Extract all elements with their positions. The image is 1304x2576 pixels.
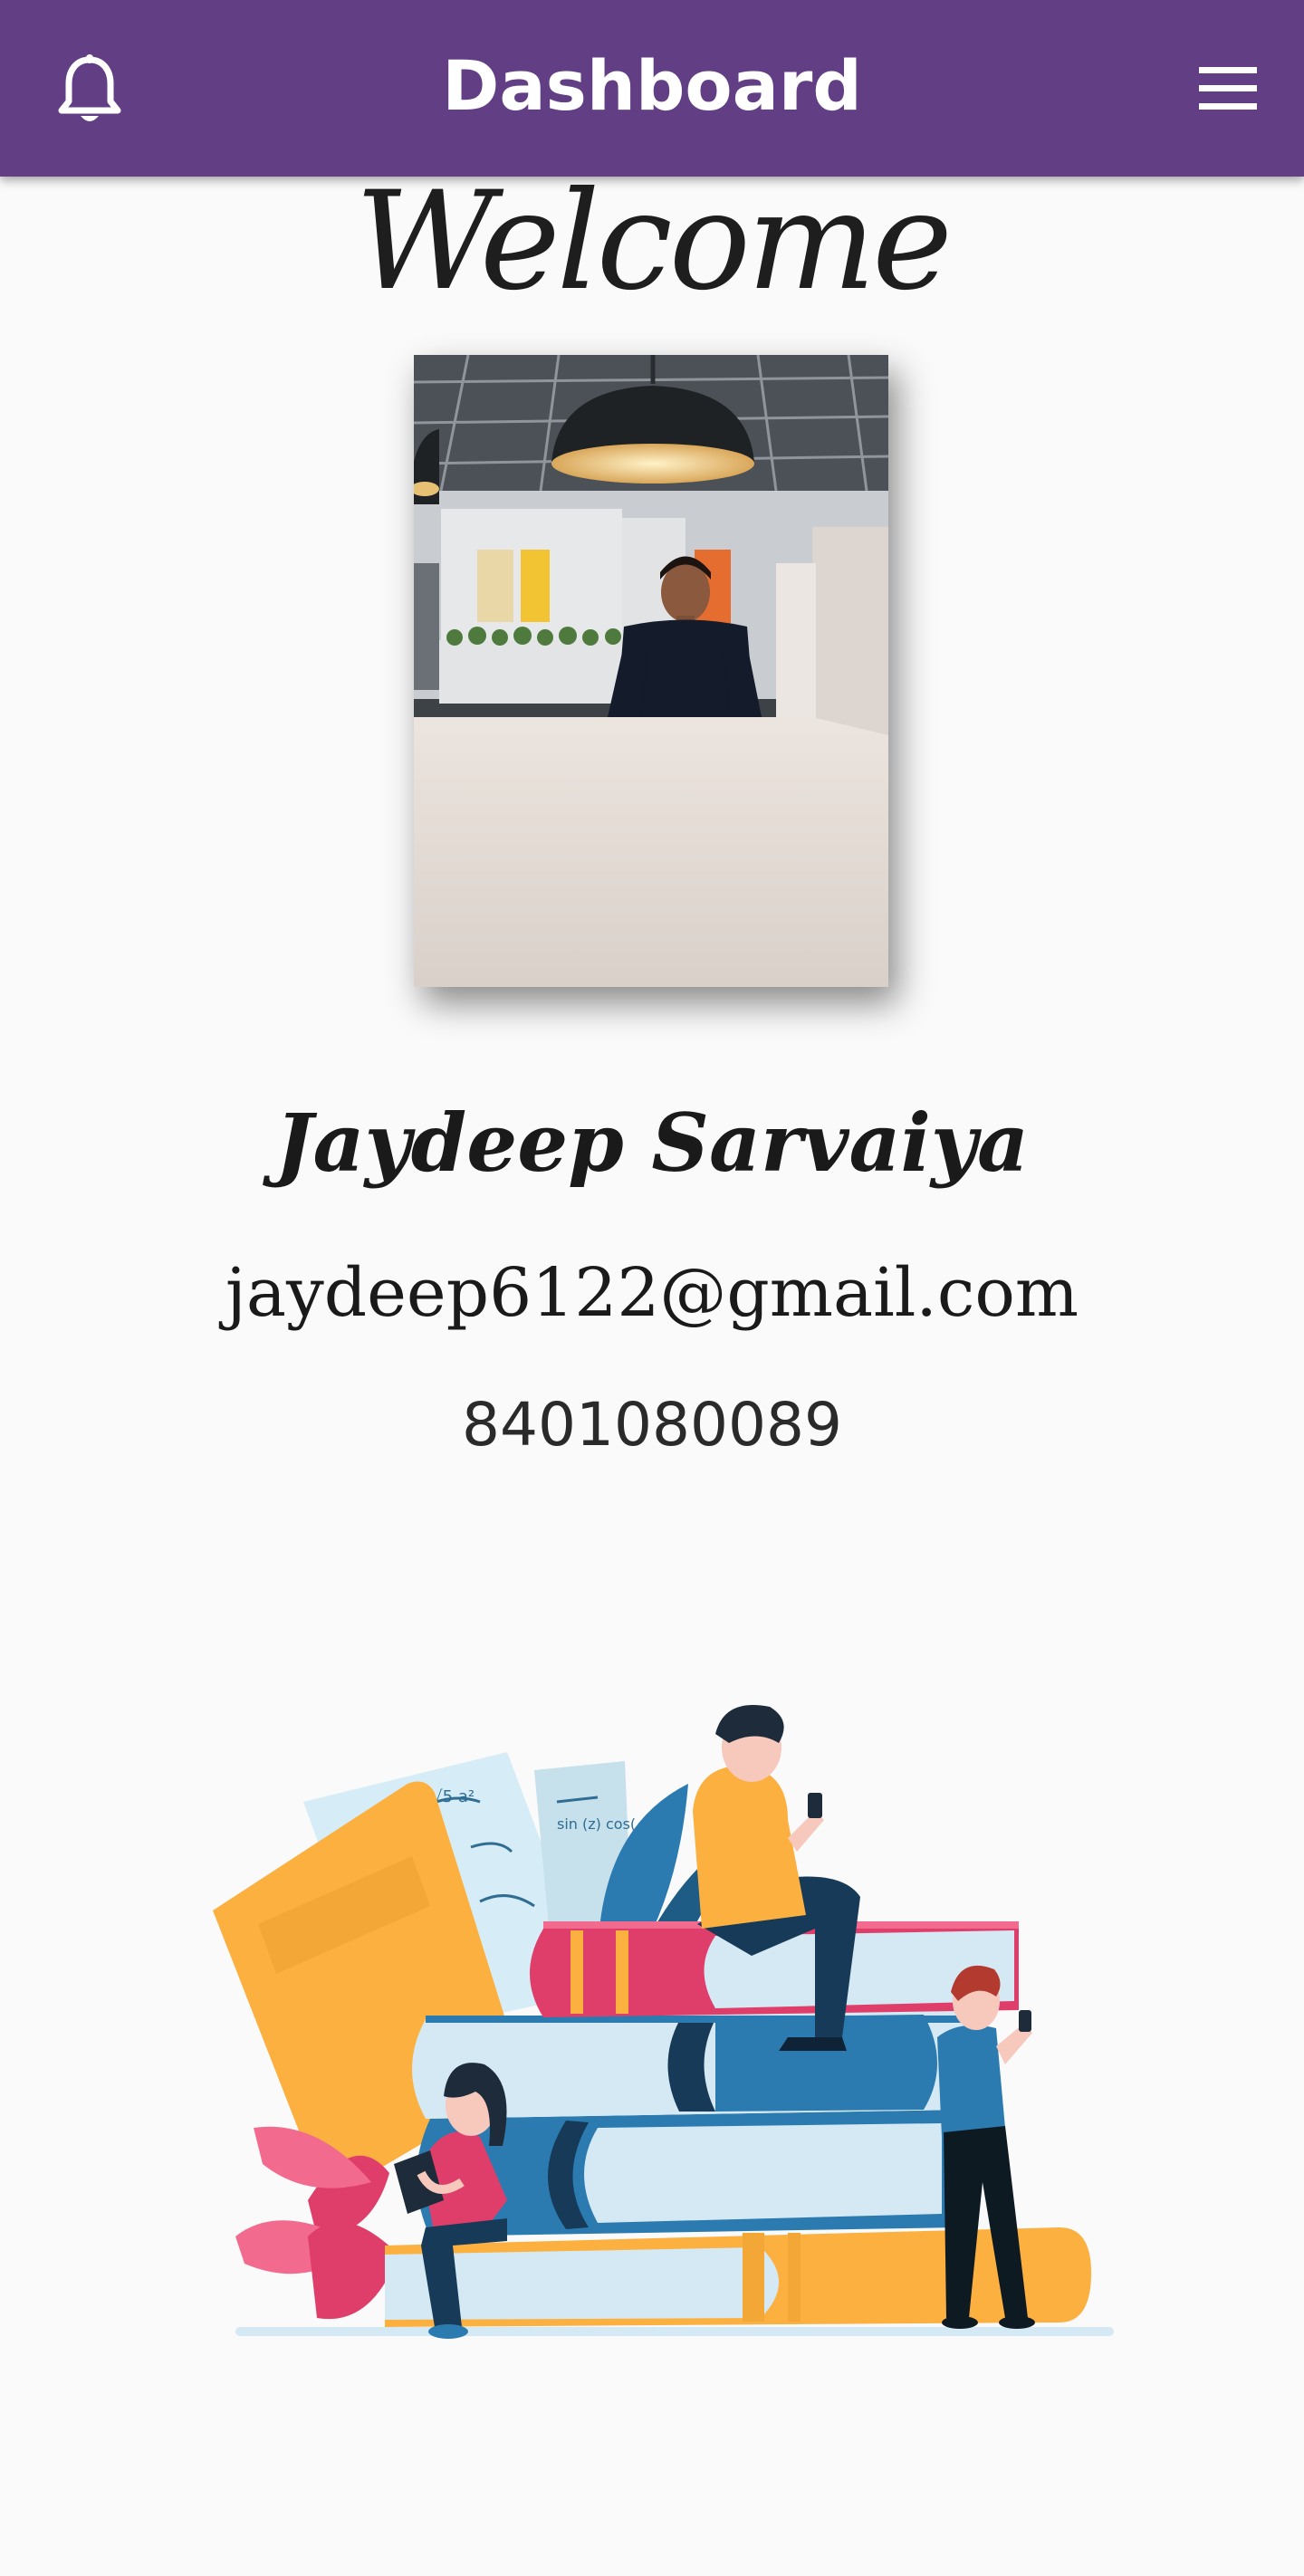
user-email: jaydeep6122@gmail.com bbox=[225, 1254, 1079, 1332]
profile-photo bbox=[414, 355, 888, 987]
page-title: Dashboard bbox=[442, 45, 862, 126]
user-phone: 8401080089 bbox=[462, 1390, 842, 1460]
formula-text-right: sin (z) cos( bbox=[557, 1815, 636, 1833]
user-name: Jaydeep Sarvaiya bbox=[274, 1096, 1030, 1190]
study-illustration: 0 √5 a² sin (z) cos( bbox=[208, 1693, 1123, 2354]
app-bar: Dashboard bbox=[0, 0, 1304, 177]
welcome-heading: Welcome bbox=[354, 163, 953, 321]
hamburger-menu-icon[interactable] bbox=[1195, 65, 1261, 112]
